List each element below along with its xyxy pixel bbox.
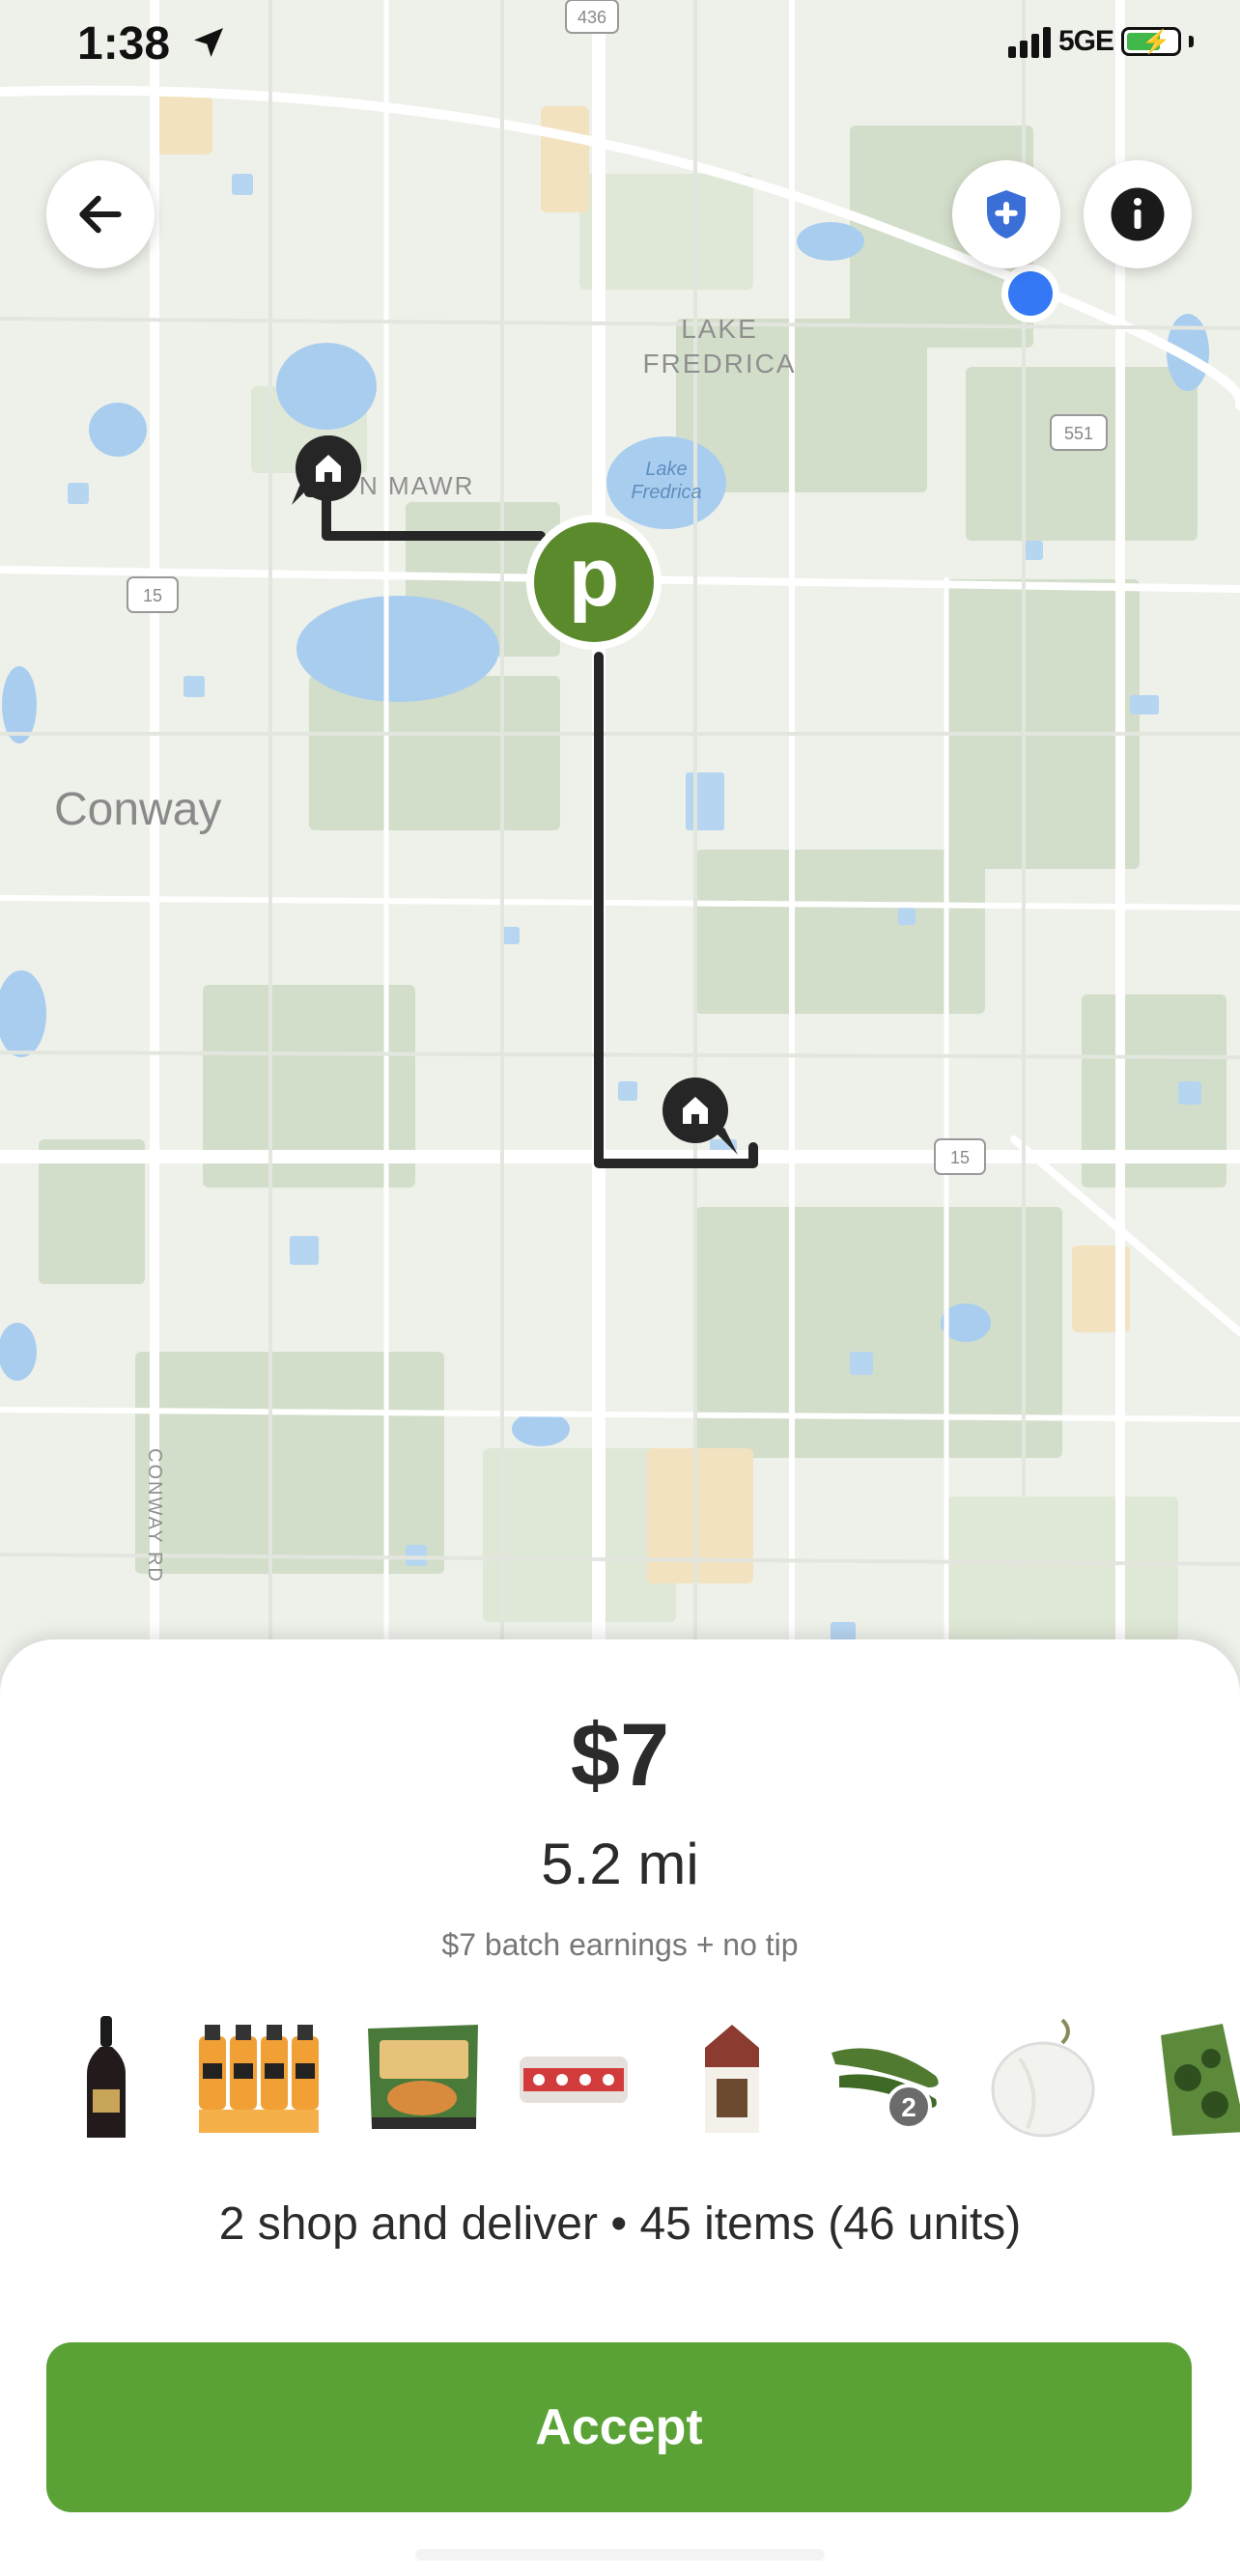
shield-plus-icon (987, 190, 1026, 238)
info-button[interactable] (1084, 160, 1192, 268)
safety-button[interactable] (952, 160, 1060, 268)
svg-text:15: 15 (143, 586, 162, 605)
zucchini-count-badge: 2 (901, 2092, 916, 2122)
home-indicator (415, 2549, 825, 2561)
item-thumb-onion (975, 2006, 1111, 2151)
svg-text:15: 15 (950, 1148, 970, 1167)
info-icon (1111, 187, 1165, 241)
map-label-lake-fredrica-area: LAKE (681, 314, 758, 344)
store-pin-icon[interactable]: p (526, 515, 662, 650)
offer-distance: 5.2 mi (541, 1832, 699, 1896)
item-thumb-sweet-potato-chips (355, 2006, 491, 2151)
svg-text:551: 551 (1064, 424, 1093, 443)
item-thumb-zucchini: 2 (819, 2006, 954, 2151)
offer-sheet: $7 5.2 mi $7 batch earnings + no tip 2 2… (0, 1639, 1240, 2576)
item-thumb-wine-bottle (39, 2006, 174, 2151)
item-thumb-produce-bag (1136, 2006, 1240, 2151)
location-arrow-icon (194, 28, 223, 57)
batch-summary: 2 shop and deliver • 45 items (46 units) (218, 2198, 1022, 2250)
map-label-lake-fredrica-water: Lake (645, 459, 687, 480)
item-thumb-gatorade-pack (193, 2006, 328, 2151)
item-thumb-yogurt-drinks (506, 2006, 641, 2151)
back-button[interactable] (46, 160, 155, 268)
map-label-lake-fredrica-water: Fredrica (631, 482, 701, 503)
map-label-conway-rd: CONWAY RD (144, 1448, 165, 1583)
battery-icon: ⚡ (1121, 27, 1181, 56)
status-bar: 1:38 5GE ⚡ (0, 0, 1240, 87)
road-shield: 15 (127, 576, 179, 613)
map-label-conway: Conway (54, 784, 221, 835)
map-label-lake-fredrica-area: FREDRICA (642, 349, 796, 378)
current-location-icon (1001, 265, 1059, 322)
road-shield: 551 (1050, 414, 1108, 451)
svg-text:p: p (569, 531, 620, 624)
arrow-left-icon (79, 195, 122, 234)
offer-price: $7 (570, 1706, 670, 1805)
status-indicators: 5GE ⚡ (1007, 25, 1194, 58)
signal-bars-icon (1007, 25, 1051, 58)
map-label-mawr: N MAWR (359, 471, 474, 500)
accept-button[interactable]: Accept (46, 2342, 1192, 2512)
item-thumbnails[interactable]: 2 (0, 2006, 1240, 2151)
map[interactable]: 436 551 15 15 Conway LAKE FREDRICA Lake … (0, 0, 1240, 1699)
item-thumb-milk-carton (664, 2006, 800, 2151)
road-shield: 15 (934, 1138, 986, 1175)
earnings-note: $7 batch earnings + no tip (441, 1927, 799, 1962)
status-time: 1:38 (77, 18, 171, 70)
network-type: 5GE (1057, 25, 1114, 57)
